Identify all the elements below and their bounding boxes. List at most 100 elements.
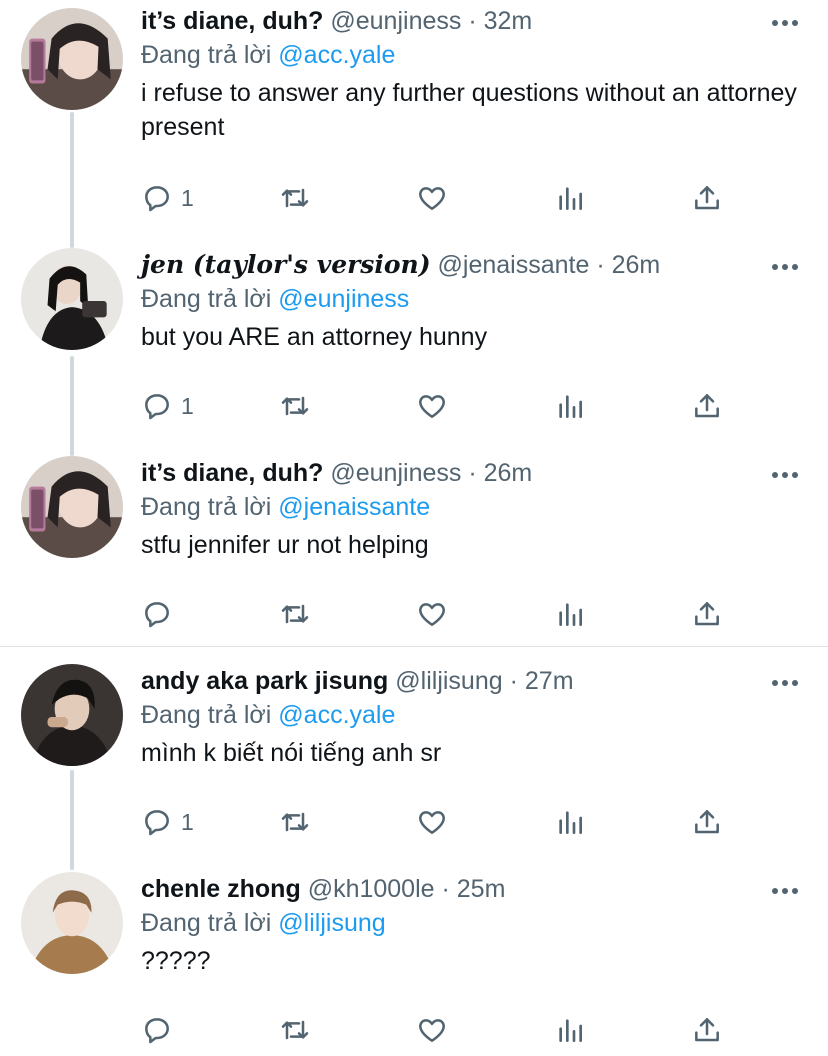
- reply-mention-link[interactable]: @jenaissante: [278, 493, 430, 521]
- reply-count: 1: [181, 184, 194, 211]
- retweet-button[interactable]: [279, 178, 311, 218]
- author-name[interactable]: jen (taylor's version): [141, 250, 431, 279]
- share-icon: [695, 1018, 719, 1042]
- replying-to-label: Đang trả lời: [141, 41, 272, 69]
- avatar[interactable]: [21, 456, 123, 558]
- author-name[interactable]: chenle zhong: [141, 875, 301, 903]
- analytics-button[interactable]: [554, 802, 586, 842]
- author-name[interactable]: it’s diane, duh?: [141, 459, 323, 487]
- more-horizontal-icon[interactable]: [770, 678, 800, 688]
- avatar[interactable]: [21, 8, 123, 110]
- share-icon: [695, 602, 719, 626]
- thread-line: [70, 770, 74, 870]
- thread-line: [70, 356, 74, 456]
- retweet-button[interactable]: [279, 1010, 311, 1050]
- share-button[interactable]: [691, 594, 723, 634]
- analytics-icon: [559, 395, 582, 418]
- analytics-icon: [559, 187, 582, 210]
- like-button[interactable]: [416, 386, 448, 426]
- timestamp[interactable]: 25m: [457, 875, 506, 903]
- replying-to: Đang trả lời @liljisung: [141, 906, 798, 940]
- tweet-text: but you ARE an attorney hunny: [141, 323, 488, 351]
- retweet-icon: [281, 188, 309, 208]
- reply-icon: [145, 810, 169, 836]
- heart-icon: [419, 395, 445, 418]
- tweet-text: i refuse to answer any further questions…: [141, 79, 797, 141]
- retweet-button[interactable]: [279, 386, 311, 426]
- analytics-icon: [559, 811, 582, 834]
- thread-divider: [0, 646, 828, 647]
- author-handle[interactable]: @jenaissante: [438, 251, 590, 279]
- author-handle[interactable]: @eunjiness: [330, 7, 461, 35]
- more-horizontal-icon[interactable]: [770, 18, 800, 28]
- avatar[interactable]: [21, 664, 123, 766]
- analytics-icon: [559, 1019, 582, 1042]
- retweet-button[interactable]: [279, 594, 311, 634]
- reply-button[interactable]: 1: [141, 178, 194, 218]
- reply-icon: [145, 1018, 169, 1044]
- more-horizontal-icon[interactable]: [770, 262, 800, 272]
- replying-to: Đang trả lời @eunjiness: [141, 282, 798, 316]
- like-button[interactable]: [416, 178, 448, 218]
- share-button[interactable]: [691, 802, 723, 842]
- reply-button[interactable]: [141, 594, 181, 634]
- retweet-icon: [281, 396, 309, 416]
- heart-icon: [419, 1019, 445, 1042]
- reply-button[interactable]: 1: [141, 802, 194, 842]
- author-name[interactable]: it’s diane, duh?: [141, 7, 323, 35]
- replying-to-label: Đang trả lời: [141, 493, 272, 521]
- timestamp[interactable]: 32m: [484, 7, 533, 35]
- heart-icon: [419, 603, 445, 626]
- timestamp[interactable]: 27m: [525, 667, 574, 695]
- analytics-button[interactable]: [554, 386, 586, 426]
- timestamp[interactable]: 26m: [612, 251, 661, 279]
- retweet-icon: [281, 604, 309, 624]
- replying-to-label: Đang trả lời: [141, 909, 272, 937]
- like-button[interactable]: [416, 802, 448, 842]
- tweet-actions: 1: [141, 802, 741, 842]
- analytics-button[interactable]: [554, 178, 586, 218]
- author-name[interactable]: andy aka park jisung: [141, 667, 388, 695]
- reply-button[interactable]: [141, 1010, 181, 1050]
- replying-to: Đang trả lời @acc.yale: [141, 38, 798, 72]
- share-icon: [695, 186, 719, 210]
- reply-icon: [145, 602, 169, 628]
- like-button[interactable]: [416, 1010, 448, 1050]
- author-handle[interactable]: @eunjiness: [330, 459, 461, 487]
- share-button[interactable]: [691, 178, 723, 218]
- avatar[interactable]: [21, 248, 123, 350]
- replying-to: Đang trả lời @acc.yale: [141, 698, 798, 732]
- tweet-text: ?????: [141, 947, 211, 975]
- reply-mention-link[interactable]: @acc.yale: [278, 701, 395, 729]
- more-horizontal-icon[interactable]: [770, 886, 800, 896]
- analytics-button[interactable]: [554, 1010, 586, 1050]
- author-handle[interactable]: @liljisung: [395, 667, 502, 695]
- separator-dot: ·: [468, 459, 477, 487]
- heart-icon: [419, 187, 445, 210]
- tweet-actions: [141, 1010, 741, 1050]
- more-horizontal-icon[interactable]: [770, 470, 800, 480]
- tweet-text: stfu jennifer ur not helping: [141, 531, 429, 559]
- thread-line: [70, 112, 74, 248]
- reply-mention-link[interactable]: @liljisung: [278, 909, 385, 937]
- timestamp[interactable]: 26m: [484, 459, 533, 487]
- heart-icon: [419, 811, 445, 834]
- like-button[interactable]: [416, 594, 448, 634]
- avatar[interactable]: [21, 872, 123, 974]
- separator-dot: ·: [596, 251, 605, 279]
- reply-icon: [145, 394, 169, 420]
- author-handle[interactable]: @kh1000le: [308, 875, 435, 903]
- replying-to: Đang trả lời @jenaissante: [141, 490, 798, 524]
- reply-mention-link[interactable]: @acc.yale: [278, 41, 395, 69]
- share-button[interactable]: [691, 386, 723, 426]
- separator-dot: ·: [441, 875, 450, 903]
- retweet-icon: [281, 812, 309, 832]
- retweet-button[interactable]: [279, 802, 311, 842]
- share-button[interactable]: [691, 1010, 723, 1050]
- reply-mention-link[interactable]: @eunjiness: [278, 285, 409, 313]
- analytics-button[interactable]: [554, 594, 586, 634]
- tweet-actions: 1: [141, 178, 741, 218]
- reply-button[interactable]: 1: [141, 386, 194, 426]
- share-icon: [695, 810, 719, 834]
- reply-count: 1: [181, 392, 194, 419]
